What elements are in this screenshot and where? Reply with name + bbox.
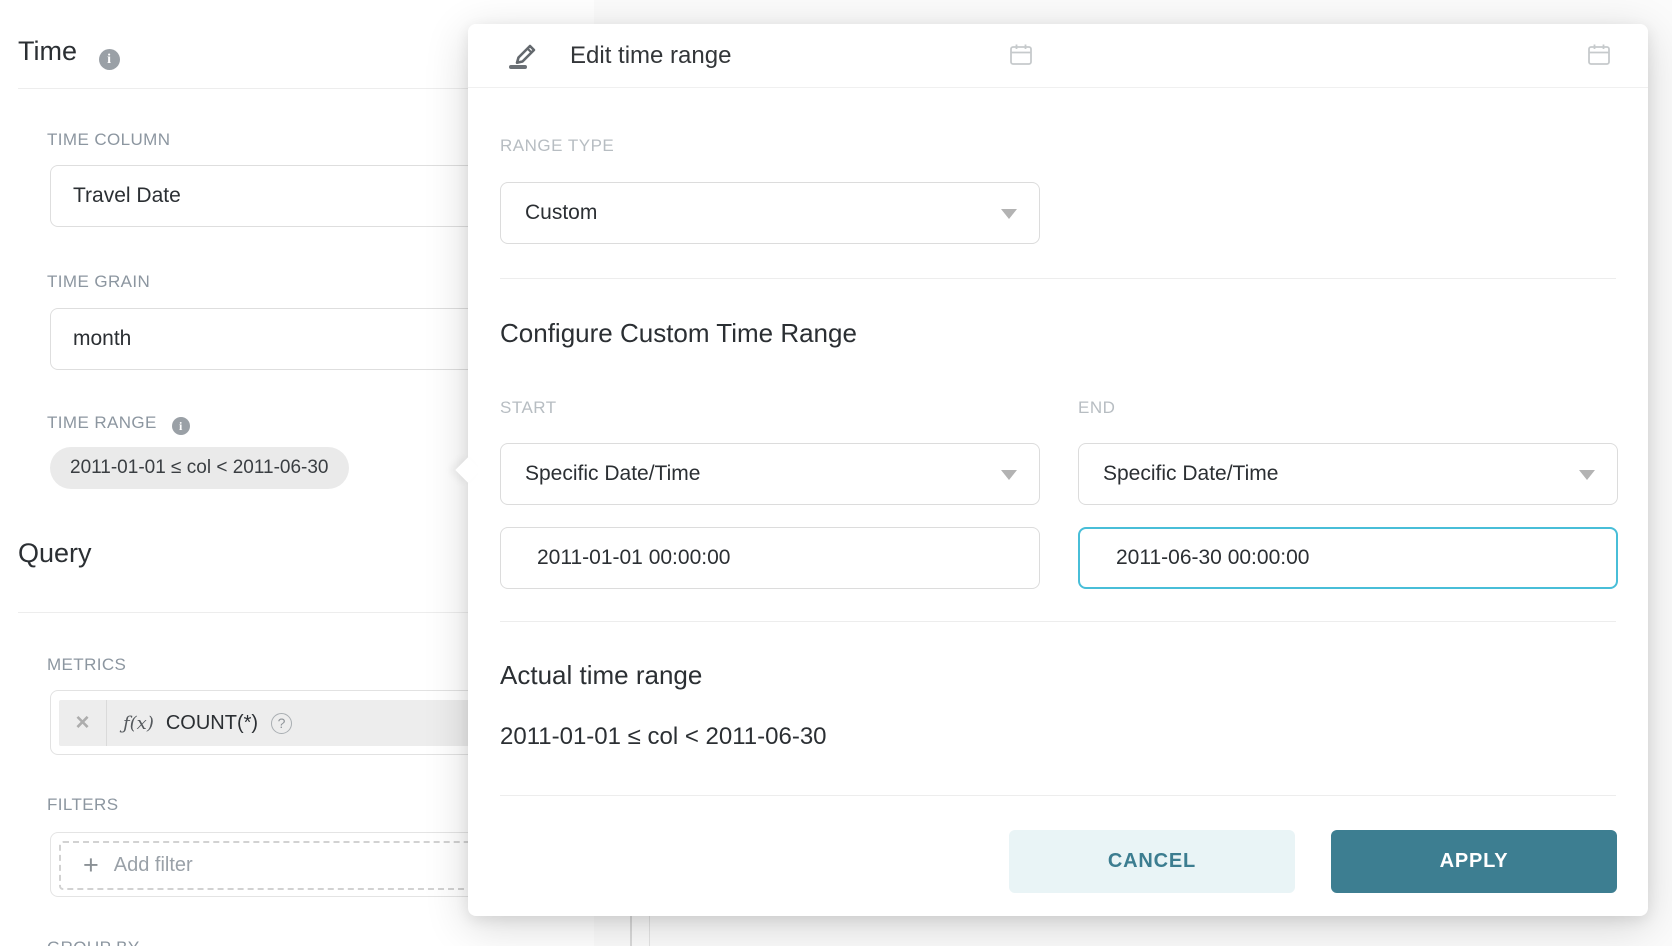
start-label: START xyxy=(500,398,557,418)
time-column-label: TIME COLUMN xyxy=(47,130,170,150)
metrics-label: METRICS xyxy=(47,655,126,675)
cancel-button[interactable]: CANCEL xyxy=(1009,830,1295,893)
edit-time-range-popover: Edit time range RANGE TYPE Custom Config… xyxy=(468,24,1648,916)
start-mode-value: Specific Date/Time xyxy=(525,462,700,485)
range-type-select[interactable]: Custom xyxy=(500,182,1040,244)
divider xyxy=(500,795,1616,796)
end-mode-select[interactable]: Specific Date/Time xyxy=(1078,443,1618,505)
chart-gridline xyxy=(630,912,632,946)
plus-icon: + xyxy=(83,852,99,879)
start-mode-select[interactable]: Specific Date/Time xyxy=(500,443,1040,505)
popover-header: Edit time range xyxy=(468,24,1648,88)
actual-time-range-value: 2011-01-01 ≤ col < 2011-06-30 xyxy=(500,723,827,751)
end-label: END xyxy=(1078,398,1115,418)
chart-gridline xyxy=(649,912,650,946)
range-type-value: Custom xyxy=(525,201,597,224)
info-icon[interactable]: i xyxy=(99,49,120,70)
popover-footer: CANCEL APPLY xyxy=(1009,830,1617,893)
chevron-down-icon xyxy=(1579,470,1595,480)
time-range-label: TIME RANGE i xyxy=(47,413,190,435)
time-grain-label: TIME GRAIN xyxy=(47,272,150,292)
end-date-input[interactable] xyxy=(1078,527,1618,589)
range-type-label: RANGE TYPE xyxy=(500,136,614,156)
end-mode-value: Specific Date/Time xyxy=(1103,462,1278,485)
pencil-icon xyxy=(504,36,544,76)
divider xyxy=(500,278,1616,279)
time-section-heading: Time i xyxy=(18,36,120,70)
popover-title: Edit time range xyxy=(570,42,731,70)
add-filter-label: Add filter xyxy=(114,854,193,877)
info-icon[interactable]: i xyxy=(172,417,190,435)
calendar-icon[interactable] xyxy=(1586,42,1612,68)
time-range-pill[interactable]: 2011-01-01 ≤ col < 2011-06-30 xyxy=(50,447,349,489)
close-icon[interactable]: × xyxy=(59,700,107,746)
function-icon: ƒ(x) xyxy=(123,713,154,734)
time-section-title: Time xyxy=(18,36,77,66)
metric-name: COUNT(*) xyxy=(166,712,258,735)
chevron-down-icon xyxy=(1001,209,1017,219)
group-by-label: GROUP BY xyxy=(47,938,140,946)
configure-heading: Configure Custom Time Range xyxy=(500,318,857,349)
time-range-label-text: TIME RANGE xyxy=(47,413,157,432)
query-section-heading: Query xyxy=(18,538,92,569)
calendar-icon[interactable] xyxy=(1008,42,1034,68)
start-date-input[interactable] xyxy=(500,527,1040,589)
apply-button[interactable]: APPLY xyxy=(1331,830,1617,893)
actual-time-range-heading: Actual time range xyxy=(500,660,702,691)
screen: Time i TIME COLUMN Travel Date TIME GRAI… xyxy=(0,0,1672,946)
filters-label: FILTERS xyxy=(47,795,118,815)
chevron-down-icon xyxy=(1001,470,1017,480)
divider xyxy=(500,621,1616,622)
help-icon[interactable]: ? xyxy=(271,713,292,734)
